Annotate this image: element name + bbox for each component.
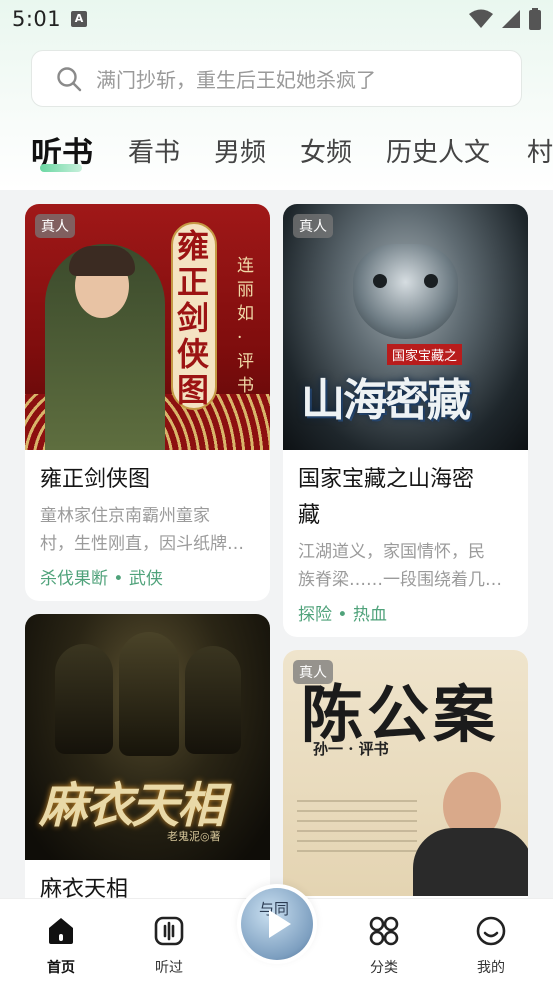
book-cover: 陈公案 孙一 · 评书 [283,650,528,896]
book-desc-line2: 村，生性刚直，因斗纸牌… [40,534,244,554]
book-title-line2: 藏 [298,503,321,528]
search-bar[interactable]: 满门抄斩，重生后王妃她杀疯了 [31,50,522,107]
status-icons [469,8,541,30]
home-icon [49,918,73,944]
search-input[interactable]: 满门抄斩，重生后王妃她杀疯了 [96,64,376,93]
now-playing-button[interactable]: 与同 [237,884,317,964]
book-card[interactable]: 国家宝藏之 山海密藏 真人 国家宝藏之山海密 藏 江湖道义，家国情怀，民 族脊梁… [283,204,528,637]
cover-subtitle: 连丽如·评书 [237,256,254,396]
now-playing-cover: 与同 [241,888,313,960]
cover-subtitle: 老鬼泥◎著 [167,830,221,843]
nav-listened-label: 听过 [155,960,183,976]
category-tabs: 听书 看书 男频 女频 历史人文 村 [0,128,553,180]
notification-icon: A [71,11,87,27]
tab-more[interactable]: 村 [527,132,553,169]
wifi-icon [469,9,493,28]
cover-subtitle: 孙一 · 评书 [313,740,389,758]
profile-icon [476,916,506,946]
status-time: 5:01 [12,7,62,31]
book-title-line1: 国家宝藏之山海密 [298,467,475,492]
book-cover: 麻衣天相 老鬼泥◎著 [25,614,270,860]
book-desc-line1: 江湖道义，家国情怀，民 [298,542,485,562]
book-title: 雍正剑侠图 [40,467,151,492]
badge-real-voice: 真人 [293,660,333,684]
book-tags: 杀伐果断 • 武侠 [40,569,163,589]
book-card[interactable]: 陈公案 孙一 · 评书 真人 [283,650,528,910]
nav-home[interactable]: 首页 [31,915,91,977]
nav-listened[interactable]: 听过 [139,915,199,977]
book-desc-line1: 童林家住京南霸州童家 [40,506,210,526]
book-cover: 国家宝藏之 山海密藏 [283,204,528,450]
book-card[interactable]: 麻衣天相 老鬼泥◎著 麻衣天相 [25,614,270,914]
nav-category[interactable]: 分类 [354,915,414,977]
badge-real-voice: 真人 [35,214,75,238]
listened-icon [154,916,184,946]
cover-title: 山海密藏 [301,375,471,426]
badge-real-voice: 真人 [293,214,333,238]
tab-read[interactable]: 看书 [128,132,180,169]
nav-mine[interactable]: 我的 [461,915,521,977]
book-cover: 雍正剑侠图 连丽如·评书 [25,204,270,450]
book-desc-line2: 族脊梁……一段围绕着几… [298,570,502,590]
nav-category-label: 分类 [370,960,398,976]
status-bar: 5:01 A [0,0,553,38]
tab-male[interactable]: 男频 [214,132,266,169]
nav-home-label: 首页 [47,960,75,976]
book-card[interactable]: 雍正剑侠图 连丽如·评书 真人 雍正剑侠图 童林家住京南霸州童家 村，生性刚直，… [25,204,270,601]
signal-icon [502,10,520,28]
battery-icon [529,8,541,30]
cover-title: 雍正剑侠图 [177,227,210,409]
tab-indicator [40,164,82,172]
cover-subtitle: 国家宝藏之 [387,344,463,365]
cover-title: 麻衣天相 [39,778,225,834]
nav-mine-label: 我的 [477,960,505,976]
category-icon [369,916,399,946]
tab-female[interactable]: 女频 [300,132,352,169]
book-tags: 探险 • 热血 [298,605,387,625]
play-icon [269,910,291,938]
search-icon [57,66,82,91]
tab-history[interactable]: 历史人文 [386,132,490,169]
